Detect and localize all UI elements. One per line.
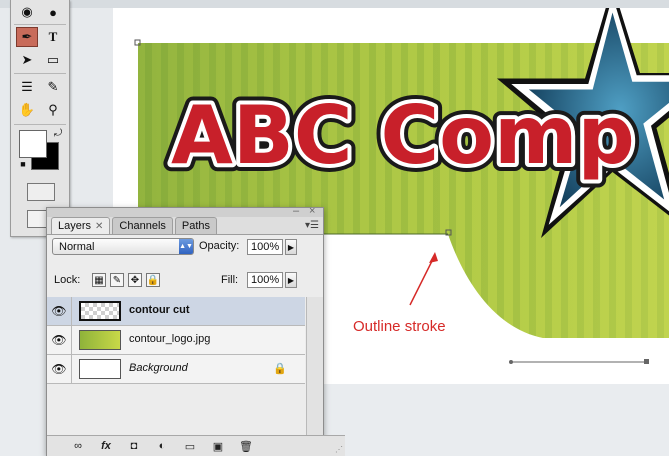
- panel-body: Normal ▲▼ Opacity: 100% ▶ Lock: ▦ ✎ ✥ 🔒 …: [47, 234, 345, 456]
- visibility-eye-icon[interactable]: 👁: [47, 297, 72, 325]
- tab-label: Layers: [58, 220, 92, 232]
- tools-divider: [14, 124, 66, 125]
- tab-label: Channels: [119, 220, 166, 232]
- layer-lock-icon: 🔒: [273, 363, 287, 375]
- window-top-band: [0, 0, 669, 8]
- dodge-icon[interactable]: ●: [42, 2, 64, 22]
- tools-palette: ◉ ● ✒ T ➤ ▭ ☰ ✎ ✋ ⚲ ⤾ ■: [10, 0, 70, 237]
- layers-panel: – × Layers ✕ Channels Paths ▾☰ Normal ▲▼…: [46, 205, 345, 456]
- panel-tabs: Layers ✕ Channels Paths: [51, 217, 219, 234]
- collapse-icon[interactable]: –: [293, 205, 299, 217]
- tab-paths[interactable]: Paths: [174, 217, 218, 234]
- fx-icon[interactable]: fx: [97, 439, 115, 453]
- swap-colors-icon[interactable]: ⤾: [51, 126, 65, 140]
- fill-label: Fill:: [221, 274, 239, 286]
- layer-name: contour_logo.jpg: [129, 333, 211, 345]
- blur-icon[interactable]: ◉: [16, 2, 38, 22]
- opacity-label: Opacity:: [199, 240, 240, 252]
- adjustment-icon[interactable]: ◐: [153, 439, 171, 453]
- close-icon[interactable]: ×: [309, 205, 315, 217]
- fill-slider-button[interactable]: ▶: [285, 272, 297, 288]
- annotation-label: Outline stroke: [353, 318, 446, 335]
- visibility-eye-icon[interactable]: 👁: [47, 355, 72, 383]
- pen-icon[interactable]: ✒: [16, 27, 38, 47]
- path-select-icon[interactable]: ➤: [16, 50, 38, 70]
- layer-name: Background: [129, 362, 188, 374]
- layer-thumbnail: [79, 330, 121, 350]
- visibility-eye-icon[interactable]: 👁: [47, 326, 72, 354]
- opacity-slider-button[interactable]: ▶: [285, 239, 297, 255]
- tools-divider: [14, 73, 66, 74]
- zoom-icon[interactable]: ⚲: [42, 100, 64, 120]
- mask-icon[interactable]: ◘: [125, 439, 143, 453]
- layer-row[interactable]: 👁 Background 🔒: [47, 355, 305, 384]
- panel-titlebar[interactable]: – ×: [47, 205, 323, 217]
- resize-grip-icon[interactable]: ⋰: [335, 445, 343, 454]
- lock-image-icon[interactable]: ✎: [110, 273, 124, 287]
- default-colors-icon[interactable]: ■: [17, 158, 29, 170]
- eyedropper-icon[interactable]: ✎: [42, 77, 64, 97]
- lock-transparency-icon[interactable]: ▦: [92, 273, 106, 287]
- select-stepper-icon: ▲▼: [179, 239, 193, 254]
- panel-bottom-bar: ∞ fx ◘ ◐ ▭ ▣ 🗑 ⋰: [47, 435, 345, 456]
- fill-input[interactable]: 100%: [247, 272, 283, 288]
- layer-row[interactable]: 👁 contour cut: [47, 297, 305, 326]
- layers-scrollbar[interactable]: [306, 297, 323, 439]
- layer-thumbnail: [79, 301, 121, 321]
- new-layer-icon[interactable]: ▣: [209, 439, 227, 453]
- notes-icon[interactable]: ☰: [16, 77, 38, 97]
- type-icon[interactable]: T: [42, 27, 64, 47]
- hand-icon[interactable]: ✋: [16, 100, 38, 120]
- group-folder-icon[interactable]: ▭: [181, 439, 199, 453]
- tools-divider: [14, 24, 66, 25]
- blend-mode-select[interactable]: Normal ▲▼: [52, 238, 194, 255]
- tab-layers[interactable]: Layers ✕: [51, 217, 111, 234]
- lock-label: Lock:: [54, 274, 81, 286]
- lock-position-icon[interactable]: ✥: [128, 273, 142, 287]
- link-icon[interactable]: ∞: [69, 439, 87, 453]
- svg-text:ABC Comp: ABC Comp: [171, 89, 635, 182]
- blend-mode-value: Normal: [59, 240, 95, 253]
- layer-row[interactable]: 👁 contour_logo.jpg: [47, 326, 305, 355]
- layer-thumbnail: [79, 359, 121, 379]
- lock-all-icon[interactable]: 🔒: [146, 273, 160, 287]
- panel-menu-icon[interactable]: ▾☰: [305, 220, 319, 231]
- rectangle-icon[interactable]: ▭: [42, 50, 64, 70]
- quick-mask-button[interactable]: [27, 183, 55, 201]
- layer-name: contour cut: [129, 304, 190, 316]
- opacity-input[interactable]: 100%: [247, 239, 283, 255]
- layers-list: 👁 contour cut 👁 contour_logo.jpg 👁 Backg…: [47, 297, 305, 384]
- tab-close-icon[interactable]: ✕: [95, 221, 103, 232]
- trash-icon[interactable]: 🗑: [237, 439, 255, 453]
- tab-channels[interactable]: Channels: [112, 217, 173, 234]
- tab-label: Paths: [181, 220, 211, 232]
- foreground-color-swatch[interactable]: [19, 130, 47, 158]
